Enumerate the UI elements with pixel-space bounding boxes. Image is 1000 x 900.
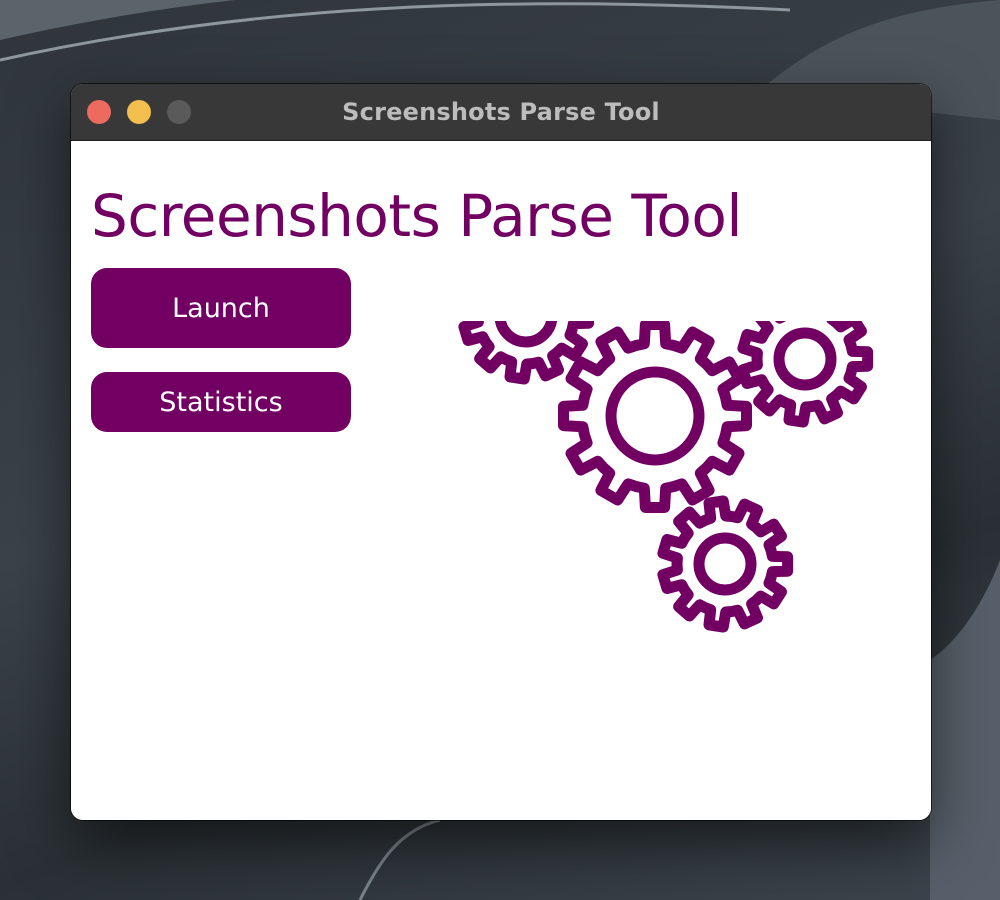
gear-large-center: [558, 321, 752, 513]
launch-button[interactable]: Launch: [91, 268, 351, 348]
gears-icon: [458, 321, 874, 633]
window-title: Screenshots Parse Tool: [342, 98, 660, 126]
gear-small-right: [737, 321, 874, 428]
gear-small-bottom: [657, 495, 794, 633]
page-title: Screenshots Parse Tool: [91, 182, 743, 250]
window-titlebar[interactable]: Screenshots Parse Tool: [71, 84, 931, 141]
main-content: Screenshots Parse Tool Launch Statistics: [71, 141, 931, 820]
app-window: Screenshots Parse Tool Screenshots Parse…: [71, 84, 931, 820]
statistics-button[interactable]: Statistics: [91, 372, 351, 432]
